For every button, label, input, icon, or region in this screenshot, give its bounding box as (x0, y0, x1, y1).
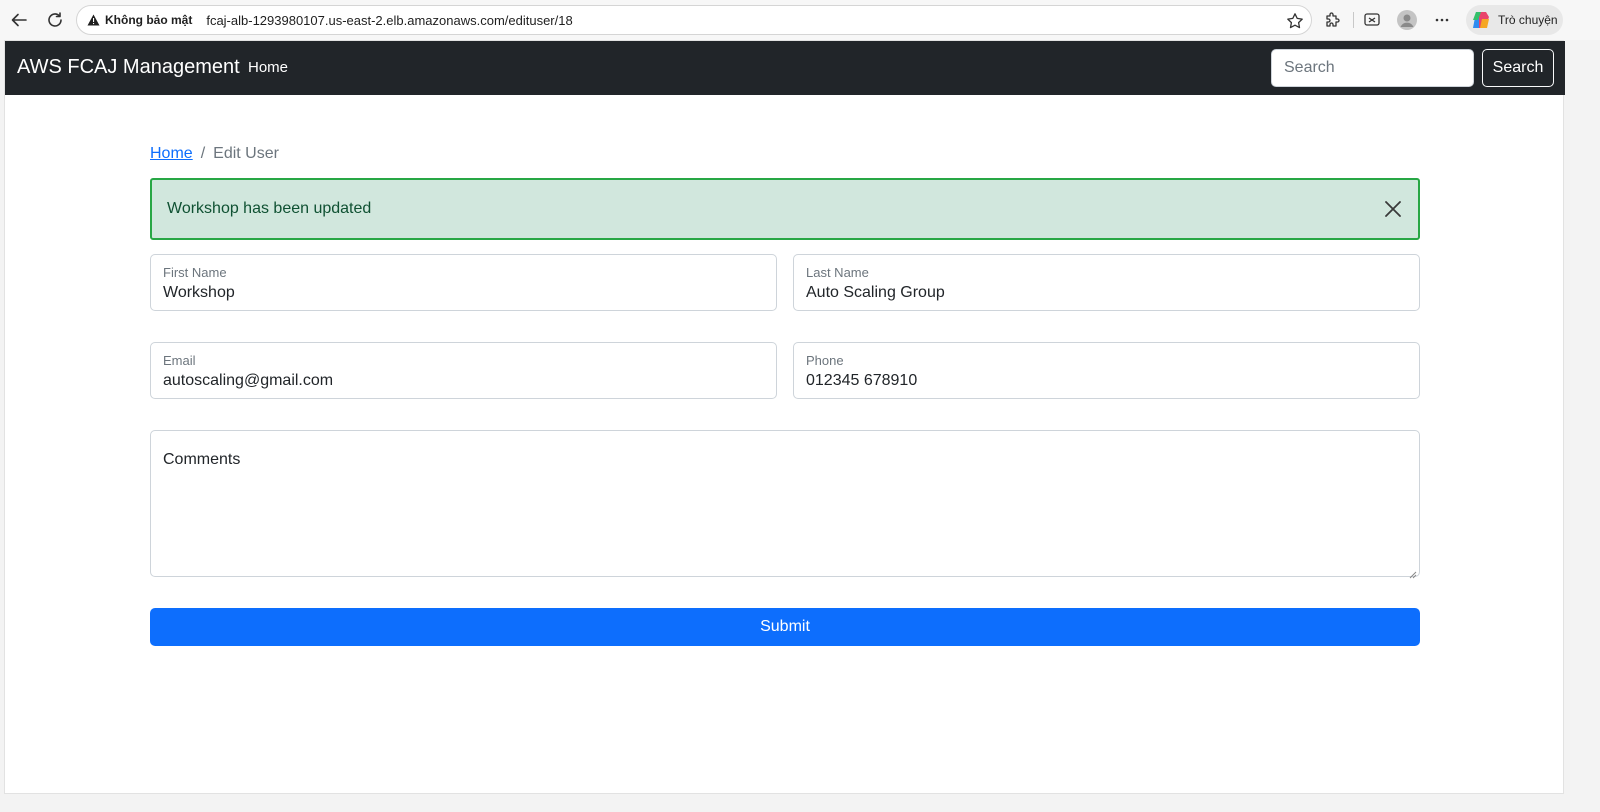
extensions-icon[interactable] (1321, 9, 1343, 31)
breadcrumb: Home / Edit User (150, 145, 279, 163)
comments-textarea[interactable]: Comments (150, 430, 1420, 579)
copilot-logo-icon (1473, 12, 1489, 28)
search-button[interactable]: Search (1482, 49, 1554, 87)
first-name-field[interactable]: First Name (150, 254, 777, 311)
last-name-label: Last Name (806, 265, 869, 280)
top-navbar: AWS FCAJ Management Home Search (5, 41, 1565, 95)
phone-label: Phone (806, 353, 844, 368)
security-status[interactable]: Không bảo mật (105, 13, 192, 27)
nav-home-link[interactable]: Home (248, 59, 288, 76)
search-input[interactable] (1271, 49, 1474, 87)
back-arrow-icon[interactable] (7, 8, 31, 32)
favorite-star-icon[interactable] (1285, 11, 1305, 31)
more-options-icon[interactable] (1431, 9, 1453, 31)
success-alert: Workshop has been updated (150, 178, 1420, 240)
comments-label: Comments (163, 451, 241, 468)
first-name-label: First Name (163, 265, 227, 280)
email-input[interactable] (163, 372, 764, 390)
last-name-field[interactable]: Last Name (793, 254, 1420, 311)
warning-icon[interactable] (86, 13, 100, 27)
breadcrumb-current: Edit User (213, 145, 279, 162)
brand-title[interactable]: AWS FCAJ Management (17, 56, 240, 79)
email-field[interactable]: Email (150, 342, 777, 399)
email-label: Email (163, 353, 196, 368)
url-text[interactable]: fcaj-alb-1293980107.us-east-2.elb.amazon… (206, 13, 572, 28)
copilot-label: Trò chuyện (1498, 13, 1558, 27)
breadcrumb-separator: / (200, 145, 206, 162)
resize-handle-icon[interactable] (1409, 566, 1417, 579)
address-bar[interactable]: Không bảo mật fcaj-alb-1293980107.us-eas… (76, 5, 1312, 35)
toolbar-divider (1353, 12, 1354, 28)
web-page: AWS FCAJ Management Home Search Home / E… (4, 40, 1565, 794)
first-name-input[interactable] (163, 284, 764, 302)
last-name-input[interactable] (806, 284, 1407, 302)
copilot-button[interactable]: Trò chuyện (1466, 5, 1563, 35)
close-icon[interactable] (1382, 198, 1404, 220)
alert-message: Workshop has been updated (167, 200, 372, 217)
submit-button[interactable]: Submit (150, 608, 1420, 646)
browser-essentials-icon[interactable] (1361, 9, 1383, 31)
phone-field[interactable]: Phone (793, 342, 1420, 399)
breadcrumb-home-link[interactable]: Home (150, 145, 193, 163)
browser-toolbar: Không bảo mật fcaj-alb-1293980107.us-eas… (0, 0, 1600, 40)
refresh-icon[interactable] (43, 8, 67, 32)
phone-input[interactable] (806, 372, 1407, 390)
profile-avatar-icon[interactable] (1396, 9, 1418, 31)
